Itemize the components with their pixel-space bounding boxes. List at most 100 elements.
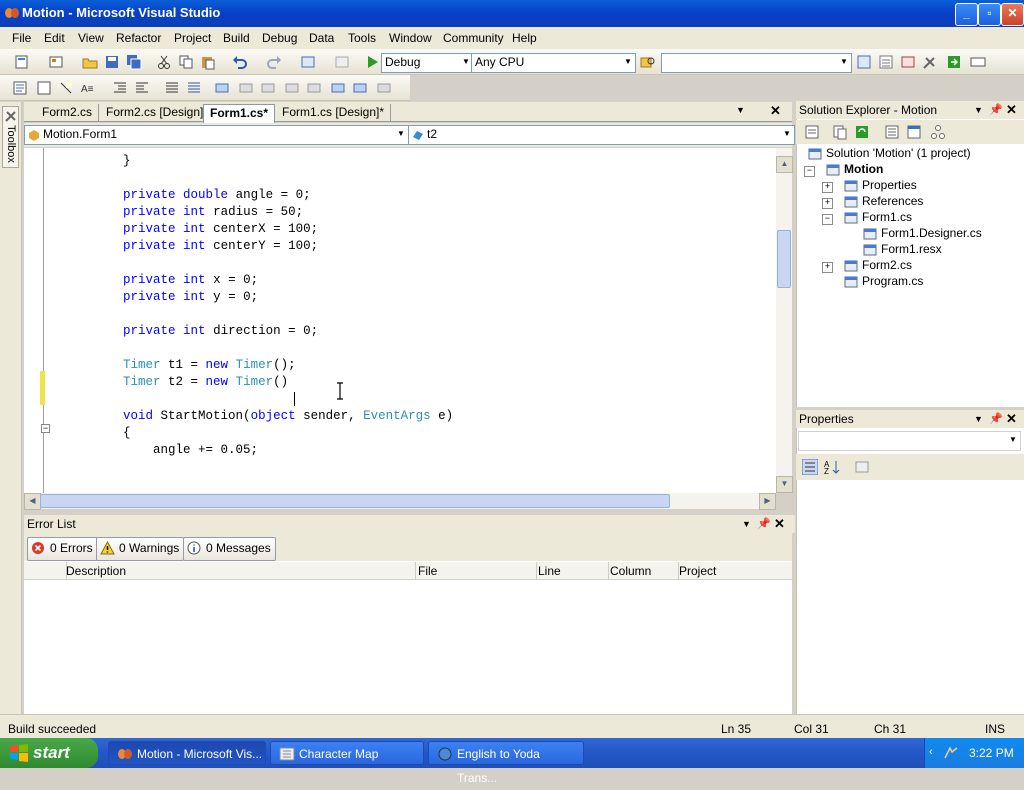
window-position-icon[interactable]: ▼: [742, 515, 751, 533]
collapse-project-icon[interactable]: −: [804, 166, 815, 177]
navigate-backward-icon[interactable]: [300, 54, 316, 70]
tab-form2-cs[interactable]: Form2.cs: [36, 104, 100, 122]
next-bookmark-document-icon[interactable]: [352, 80, 368, 96]
errors-filter-button[interactable]: 0 Errors: [27, 537, 98, 561]
save-all-icon[interactable]: [126, 54, 142, 70]
horizontal-scroll-thumb[interactable]: [40, 494, 670, 508]
messages-filter-button[interactable]: 0 Messages: [183, 537, 276, 561]
toolbox-icon[interactable]: [922, 54, 938, 70]
tree-item[interactable]: Motion: [826, 162, 883, 176]
members-combo[interactable]: t2 ▼: [408, 125, 795, 145]
previous-bookmark-icon[interactable]: [238, 80, 254, 96]
tree-item[interactable]: Properties: [844, 178, 917, 192]
clear-bookmarks-icon[interactable]: [376, 80, 392, 96]
expand-form2-icon[interactable]: +: [822, 262, 833, 273]
uncomment-selection-icon[interactable]: [186, 80, 202, 96]
solution-platform-combo[interactable]: Any CPU ▼: [471, 53, 636, 73]
scroll-left-icon[interactable]: ◀: [24, 493, 41, 510]
paste-icon[interactable]: [200, 54, 216, 70]
window-position-icon[interactable]: ▼: [974, 410, 983, 428]
object-browser-icon[interactable]: [900, 54, 916, 70]
expand-references-icon[interactable]: +: [822, 198, 833, 209]
tree-item[interactable]: Form2.cs: [844, 258, 912, 272]
categorized-icon[interactable]: [802, 459, 818, 475]
code-horizontal-scrollbar[interactable]: ◀ ▶: [24, 493, 776, 510]
pin-icon[interactable]: 📌: [989, 410, 1003, 428]
properties-window-icon[interactable]: [878, 54, 894, 70]
expand-properties-icon[interactable]: +: [822, 182, 833, 193]
menu-file[interactable]: File: [12, 31, 31, 45]
close-button[interactable]: ✕: [1001, 3, 1024, 26]
start-debugging-icon[interactable]: [364, 54, 380, 70]
tab-form2-design[interactable]: Form2.cs [Design]: [100, 104, 211, 122]
comment-selection-icon[interactable]: [164, 80, 180, 96]
types-combo[interactable]: Motion.Form1 ▼: [24, 125, 409, 145]
scroll-right-icon[interactable]: ▶: [759, 493, 776, 510]
menu-help[interactable]: Help: [512, 31, 537, 45]
tree-item[interactable]: References: [844, 194, 923, 208]
display-parameter-info-icon[interactable]: [36, 80, 52, 96]
toggle-bookmark-icon[interactable]: [214, 80, 230, 96]
menu-community[interactable]: Community: [443, 31, 504, 45]
toolbox-tab[interactable]: Toolbox: [2, 106, 19, 168]
alphabetical-icon[interactable]: AZ: [824, 459, 840, 475]
menu-build[interactable]: Build: [223, 31, 250, 45]
menu-debug[interactable]: Debug: [262, 31, 297, 45]
column-header-project[interactable]: Project: [673, 562, 798, 580]
navigate-forward-icon[interactable]: [334, 54, 350, 70]
other-windows-icon[interactable]: [970, 54, 986, 70]
solution-explorer-icon[interactable]: [856, 54, 872, 70]
find-combo[interactable]: ▼: [661, 53, 852, 73]
menu-edit[interactable]: Edit: [44, 31, 65, 45]
menu-refactor[interactable]: Refactor: [116, 31, 161, 45]
close-properties-icon[interactable]: ✕: [1006, 410, 1017, 428]
code-vertical-scrollbar[interactable]: ▲ ▼: [776, 148, 793, 493]
redo-icon[interactable]: [266, 54, 282, 70]
menu-tools[interactable]: Tools: [348, 31, 376, 45]
properties-object-combo[interactable]: ▼: [798, 431, 1021, 451]
taskbar-item-yoda-translator[interactable]: English to Yoda Trans...: [428, 741, 584, 785]
vertical-scroll-thumb[interactable]: [777, 230, 791, 288]
solution-configuration-combo[interactable]: Debug ▼: [381, 53, 474, 73]
close-error-list-icon[interactable]: ✕: [774, 515, 785, 533]
warnings-filter-button[interactable]: 0 Warnings: [96, 537, 185, 561]
minimize-button[interactable]: _: [955, 3, 978, 26]
tree-item[interactable]: Form1.resx: [863, 242, 942, 256]
tree-item[interactable]: Program.cs: [844, 274, 923, 288]
tree-item[interactable]: Solution 'Motion' (1 project): [808, 146, 971, 160]
next-bookmark-icon[interactable]: [260, 80, 276, 96]
properties-icon[interactable]: [804, 124, 820, 140]
column-header-line[interactable]: Line: [532, 562, 609, 580]
undo-icon[interactable]: [232, 54, 248, 70]
next-bookmark-folder-icon[interactable]: [306, 80, 322, 96]
column-header-column[interactable]: Column: [604, 562, 679, 580]
display-object-member-list-icon[interactable]: [12, 80, 28, 96]
pin-icon[interactable]: 📌: [989, 101, 1003, 119]
menu-view[interactable]: View: [78, 31, 104, 45]
column-header-file[interactable]: File: [412, 562, 537, 580]
open-file-icon[interactable]: [82, 54, 98, 70]
code-editor[interactable]: − } private double angle = 0; private in…: [24, 148, 776, 493]
show-hidden-icons-icon[interactable]: ‹: [929, 746, 933, 758]
pin-icon[interactable]: 📌: [757, 515, 771, 533]
previous-bookmark-folder-icon[interactable]: [284, 80, 300, 96]
property-pages-icon[interactable]: [854, 459, 870, 475]
scroll-up-icon[interactable]: ▲: [776, 156, 793, 173]
display-quick-info-icon[interactable]: [58, 80, 74, 96]
new-project-icon[interactable]: [14, 54, 30, 70]
menu-project[interactable]: Project: [174, 31, 211, 45]
column-header-description[interactable]: Description: [60, 562, 416, 580]
close-document-icon[interactable]: ✕: [770, 103, 781, 119]
cut-icon[interactable]: [156, 54, 172, 70]
start-page-icon[interactable]: [946, 54, 962, 70]
previous-bookmark-document-icon[interactable]: [330, 80, 346, 96]
active-files-dropdown-icon[interactable]: ▼: [736, 105, 745, 115]
taskbar-item-visual-studio[interactable]: Motion - Microsoft Vis...: [108, 741, 266, 765]
tree-item[interactable]: Form1.Designer.cs: [863, 226, 982, 240]
scroll-down-icon[interactable]: ▼: [776, 476, 793, 493]
taskbar-item-character-map[interactable]: Character Map: [270, 741, 424, 765]
view-class-diagram-icon[interactable]: [930, 124, 946, 140]
menu-window[interactable]: Window: [389, 31, 432, 45]
decrease-indent-icon[interactable]: [112, 80, 128, 96]
tab-form1-cs[interactable]: Form1.cs*: [203, 104, 276, 123]
